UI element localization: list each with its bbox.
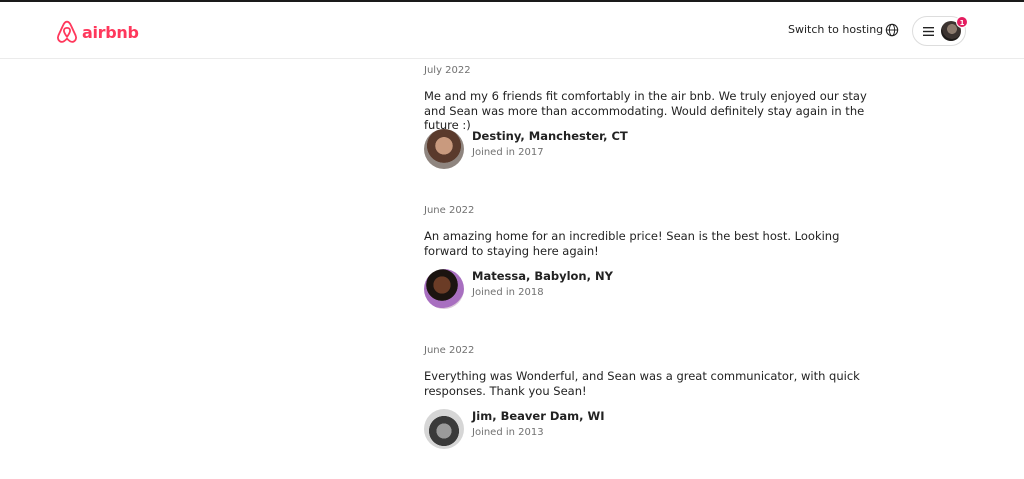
hamburger-menu-icon bbox=[923, 27, 934, 36]
reviewer-name: Jim, Beaver Dam, WI bbox=[472, 409, 605, 423]
reviewer-avatar[interactable] bbox=[424, 269, 464, 309]
reviewer-avatar[interactable] bbox=[424, 129, 464, 169]
brand-name: airbnb bbox=[82, 22, 139, 42]
globe-icon[interactable] bbox=[885, 23, 899, 37]
reviewer-avatar[interactable] bbox=[424, 409, 464, 449]
airbnb-logo-icon bbox=[57, 20, 77, 43]
switch-to-hosting-link[interactable]: Switch to hosting bbox=[788, 23, 883, 36]
reviewer-name: Destiny, Manchester, CT bbox=[472, 129, 628, 143]
review-text: Me and my 6 friends fit comfortably in t… bbox=[424, 89, 867, 132]
review-date: June 2022 bbox=[424, 345, 475, 356]
review-date: July 2022 bbox=[424, 65, 471, 76]
reviewer-joined: Joined in 2013 bbox=[472, 427, 544, 438]
profile-menu-button[interactable]: 1 bbox=[912, 16, 968, 46]
site-header: airbnb Switch to hosting 1 bbox=[0, 2, 1024, 59]
reviewer-name: Matessa, Babylon, NY bbox=[472, 269, 613, 283]
review-text: Everything was Wonderful, and Sean was a… bbox=[424, 369, 860, 398]
reviewer-joined: Joined in 2018 bbox=[472, 287, 544, 298]
review-date: June 2022 bbox=[424, 205, 475, 216]
reviewer-joined: Joined in 2017 bbox=[472, 147, 544, 158]
airbnb-logo[interactable]: airbnb bbox=[56, 19, 139, 45]
notification-badge: 1 bbox=[956, 16, 968, 28]
review-text: An amazing home for an incredible price!… bbox=[424, 229, 840, 258]
